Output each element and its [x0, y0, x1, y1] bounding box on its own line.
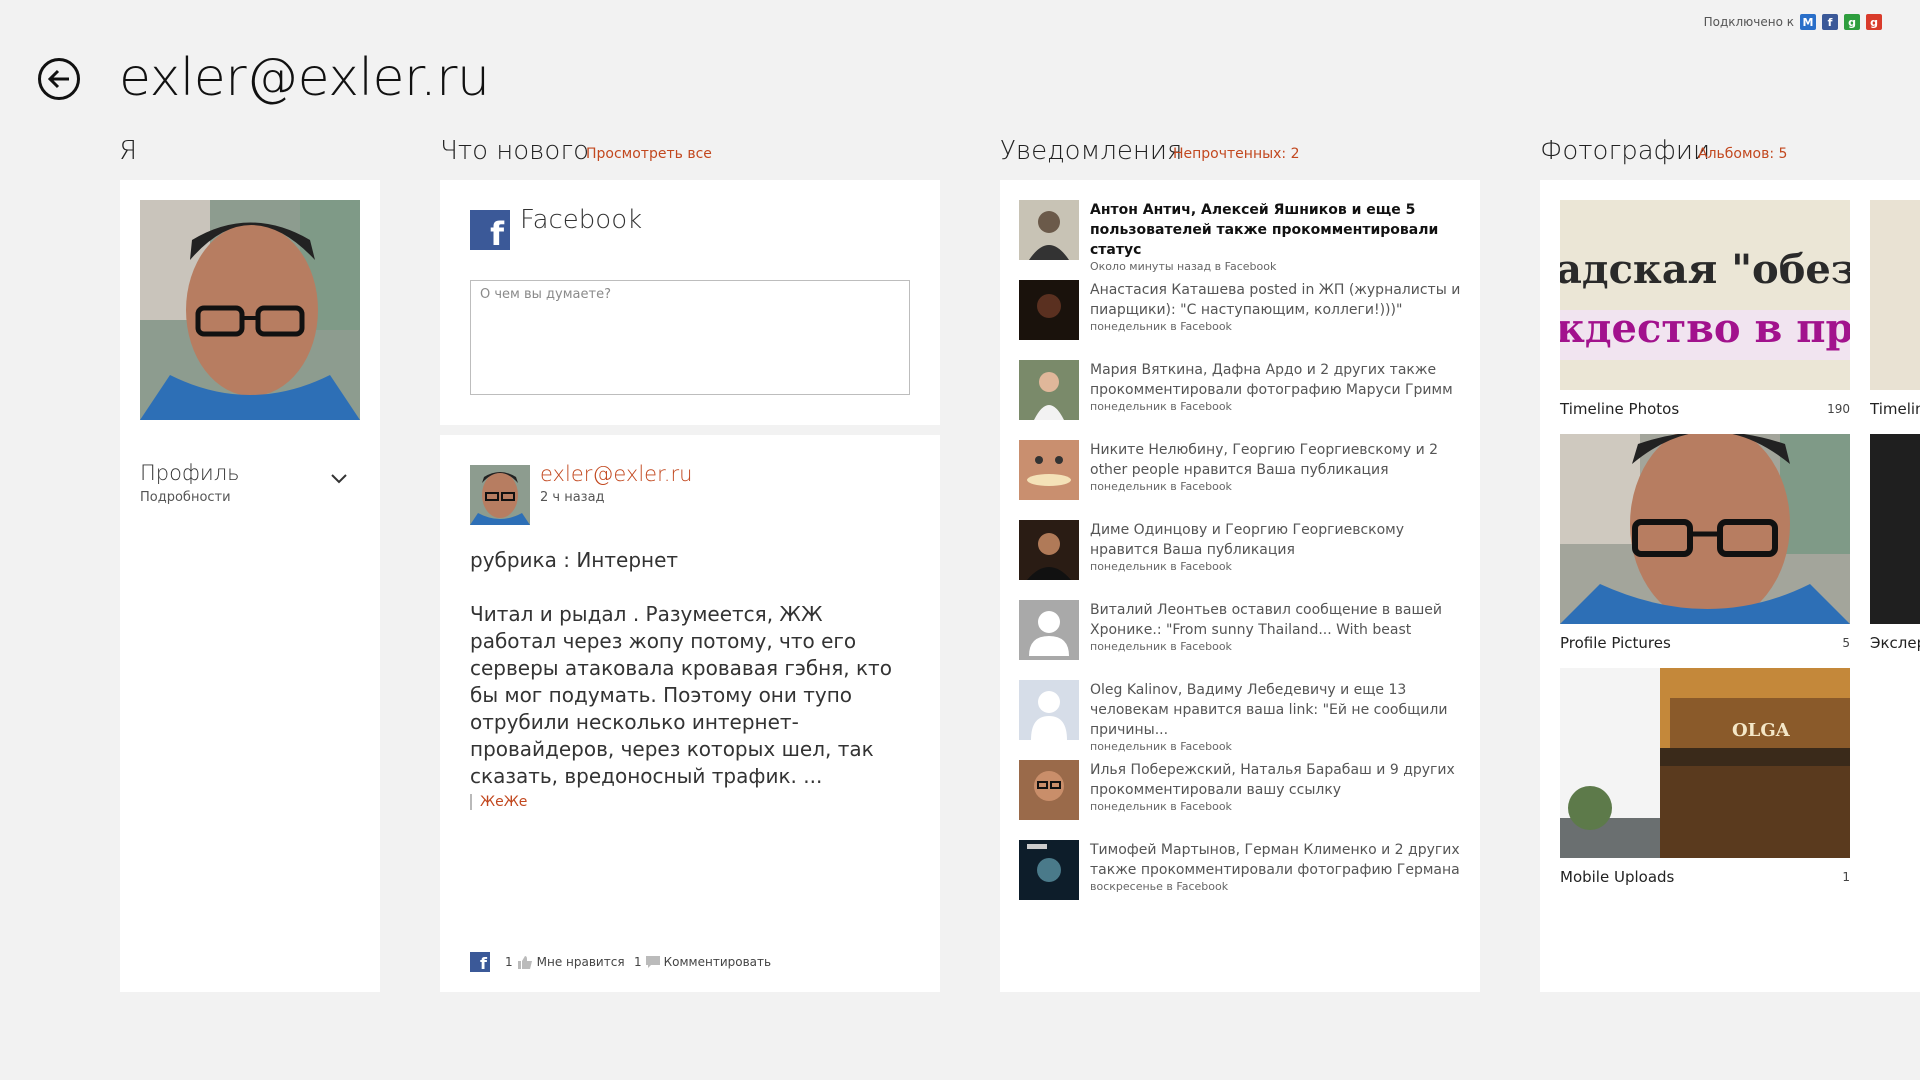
album-thumbnail-partial[interactable] [1870, 200, 1920, 390]
post-tag[interactable]: ЖеЖе [470, 794, 527, 810]
notification-avatar [1019, 840, 1079, 900]
like-label: Мне нравится [536, 955, 625, 969]
album-name[interactable]: Mobile Uploads [1560, 868, 1674, 886]
notification-meta: понедельник в Facebook [1090, 740, 1232, 753]
notification-meta: воскресенье в Facebook [1090, 880, 1229, 893]
notification-meta: понедельник в Facebook [1090, 800, 1232, 813]
album-name-partial[interactable]: Timeline [1870, 400, 1920, 418]
post-rubric: рубрика : Интернет [470, 548, 679, 572]
album-name[interactable]: Profile Pictures [1560, 634, 1671, 652]
facebook-small-icon: f [470, 952, 490, 972]
notification-avatar [1019, 520, 1079, 580]
notification-avatar [1019, 280, 1079, 340]
notification-meta: понедельник в Facebook [1090, 320, 1232, 333]
album-name-partial[interactable]: Экслер [1870, 634, 1920, 652]
notification-item[interactable]: Oleg Kalinov, Вадиму Лебедевичу и еще 13… [1019, 680, 1459, 753]
notification-text: Мария Вяткина, Дафна Ардо и 2 других так… [1090, 362, 1453, 398]
album-thumbnail[interactable] [1560, 434, 1850, 624]
view-all-link[interactable]: Просмотреть все [586, 146, 712, 162]
notification-avatar [1019, 440, 1079, 500]
page-title: exler@exler.ru [119, 48, 490, 108]
facebook-icon[interactable]: f [1822, 14, 1838, 30]
notification-item[interactable]: Никите Нелюбину, Георгию Георгиевскому и… [1019, 440, 1459, 500]
notification-meta: понедельник в Facebook [1090, 480, 1232, 493]
profile-label[interactable]: Профиль [140, 461, 240, 485]
albums-count-link[interactable]: Альбомов: 5 [1698, 146, 1787, 162]
facebook-logo-icon: f [470, 210, 510, 250]
album-thumbnail-partial[interactable] [1870, 434, 1920, 624]
notification-item[interactable]: Антон Антич, Алексей Яшников и еще 5 пол… [1019, 200, 1459, 273]
notification-text: Диме Одинцову и Георгию Георгиевскому нр… [1090, 522, 1405, 558]
notification-item[interactable]: Анастасия Каташева posted in ЖП (журнали… [1019, 280, 1461, 340]
notification-meta: понедельник в Facebook [1090, 400, 1232, 413]
album-name[interactable]: Timeline Photos [1560, 400, 1679, 418]
notifications-section-title: Уведомления [1000, 136, 1183, 166]
default-avatar-icon [1019, 680, 1079, 740]
notification-avatar [1019, 200, 1079, 260]
notification-text: Илья Побережский, Наталья Барабаш и 9 др… [1090, 762, 1455, 798]
album-count: 190 [1827, 402, 1850, 416]
me-section-title: Я [119, 136, 138, 166]
album-banner-line2: кдество в при [1560, 305, 1850, 352]
notification-avatar [1019, 360, 1079, 420]
like-control[interactable]: 1 Мне нравится [505, 955, 625, 969]
notification-text: Никите Нелюбину, Георгию Георгиевскому и… [1090, 442, 1439, 478]
post-author-avatar[interactable] [470, 465, 530, 525]
album-thumbnail[interactable]: OLGA [1560, 668, 1850, 858]
back-button[interactable] [38, 58, 80, 100]
network-name: Facebook [520, 205, 643, 235]
album-count: 1 [1842, 870, 1850, 884]
like-count: 1 [505, 955, 513, 969]
messenger-icon[interactable]: M [1800, 14, 1816, 30]
notification-meta: Около минуты назад в Facebook [1090, 260, 1277, 273]
connected-label: Подключено к [1703, 15, 1794, 29]
post-body: Читал и рыдал . Разумеется, ЖЖ работал ч… [470, 602, 892, 788]
notification-item[interactable]: Виталий Леонтьев оставил сообщение в ваш… [1019, 600, 1459, 660]
notification-meta: понедельник в Facebook [1090, 560, 1232, 573]
profile-photo[interactable] [140, 200, 360, 420]
status-input[interactable]: О чем вы думаете? [470, 280, 910, 395]
default-avatar-icon [1019, 600, 1079, 660]
post-author[interactable]: exler@exler.ru [540, 462, 692, 486]
connected-services: Подключено к M f g g [1704, 14, 1882, 30]
hotel-sign: OLGA [1732, 720, 1790, 741]
profile-details-label[interactable]: Подробности [140, 490, 231, 505]
album-thumbnail[interactable]: адская "обезь кдество в при [1560, 200, 1850, 390]
notification-meta: понедельник в Facebook [1090, 640, 1232, 653]
notification-item[interactable]: Тимофей Мартынов, Герман Клименко и 2 др… [1019, 840, 1460, 900]
chevron-down-icon[interactable] [330, 470, 348, 489]
notification-text: Oleg Kalinov, Вадиму Лебедевичу и еще 13… [1090, 682, 1448, 738]
notification-item[interactable]: Мария Вяткина, Дафна Ардо и 2 других так… [1019, 360, 1459, 420]
unread-count-link[interactable]: Непрочтенных: 2 [1173, 146, 1300, 162]
comment-icon [645, 956, 660, 968]
notification-text: Тимофей Мартынов, Герман Клименко и 2 др… [1090, 842, 1460, 878]
google-icon[interactable]: g [1844, 14, 1860, 30]
album-count: 5 [1842, 636, 1850, 650]
back-arrow-icon [47, 69, 69, 89]
notification-text: Виталий Леонтьев оставил сообщение в ваш… [1090, 602, 1442, 638]
album-banner-line1: адская "обезь [1560, 246, 1850, 293]
notification-text: Анастасия Каташева posted in ЖП (журнали… [1090, 282, 1461, 318]
notification-item[interactable]: Диме Одинцову и Георгию Георгиевскому нр… [1019, 520, 1459, 580]
thumbs-up-icon [517, 956, 532, 969]
comment-control[interactable]: 1 Комментировать [634, 955, 771, 969]
comment-count: 1 [634, 955, 642, 969]
photos-section-title: Фотографии [1540, 136, 1711, 166]
notification-text: Антон Антич, Алексей Яшников и еще 5 пол… [1090, 202, 1439, 258]
notification-avatar [1019, 760, 1079, 820]
post-time: 2 ч назад [540, 490, 605, 505]
comment-label: Комментировать [663, 955, 772, 969]
news-section-title: Что нового [440, 136, 589, 166]
google-icon-2[interactable]: g [1866, 14, 1882, 30]
notification-item[interactable]: Илья Побережский, Наталья Барабаш и 9 др… [1019, 760, 1459, 820]
